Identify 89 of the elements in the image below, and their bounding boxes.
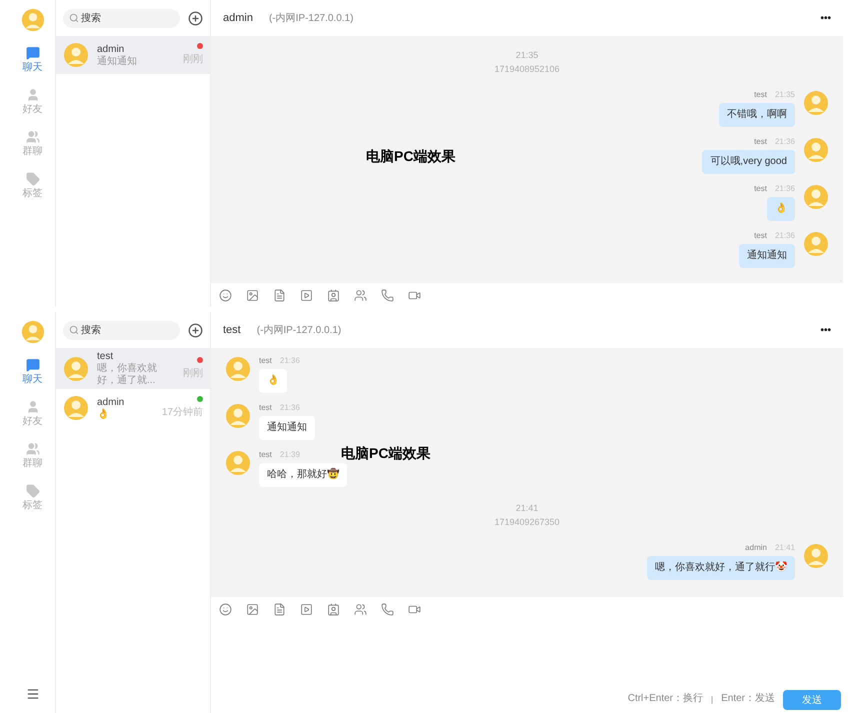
message-preview: 👌 bbox=[97, 408, 110, 420]
message-bubble: 通知通知 bbox=[739, 244, 795, 268]
hint-separator: | bbox=[711, 694, 714, 706]
sender-name: test bbox=[754, 90, 767, 100]
people-icon[interactable] bbox=[354, 602, 367, 616]
user-icon bbox=[26, 88, 40, 102]
newline-hint: Ctrl+Enter：换行 bbox=[628, 692, 704, 706]
sender-name: test bbox=[259, 450, 272, 460]
timestamp: 1719409267350 bbox=[494, 516, 560, 529]
group-icon bbox=[26, 130, 40, 144]
nav-tab[interactable]: 好友 bbox=[22, 88, 42, 116]
avatar-icon bbox=[803, 90, 829, 116]
nav-tab[interactable]: 聊天 bbox=[22, 358, 42, 386]
time-divider: 21:41 bbox=[516, 502, 538, 515]
contact-card-icon[interactable] bbox=[327, 288, 340, 302]
image-icon[interactable] bbox=[246, 602, 259, 616]
time-divider: 21:35 bbox=[516, 49, 538, 62]
chat-title: test bbox=[223, 322, 241, 338]
phone-icon[interactable] bbox=[381, 602, 394, 616]
send-hint: Enter：发送 bbox=[721, 692, 775, 706]
avatar-icon bbox=[803, 184, 829, 210]
sender-name: test bbox=[754, 137, 767, 147]
chat-icon bbox=[26, 358, 40, 372]
file-icon[interactable] bbox=[273, 602, 286, 616]
people-icon[interactable] bbox=[354, 288, 367, 302]
emoji-icon[interactable] bbox=[219, 602, 232, 616]
message-preview: 通知通知 bbox=[97, 56, 138, 68]
conversation-time: 17分钟前 bbox=[162, 406, 203, 420]
phone-icon[interactable] bbox=[381, 288, 394, 302]
menu-icon[interactable] bbox=[26, 687, 40, 701]
emoji-icon[interactable] bbox=[219, 288, 232, 302]
avatar-icon bbox=[225, 450, 251, 476]
search-icon bbox=[69, 13, 79, 23]
group-icon bbox=[26, 442, 40, 456]
avatar-icon bbox=[63, 395, 89, 421]
nav-tab[interactable]: 群聊 bbox=[22, 442, 42, 470]
search-field[interactable]: 搜索 bbox=[63, 8, 180, 28]
add-icon[interactable] bbox=[188, 10, 203, 26]
message-bubble: 哈哈，那就好🤠 bbox=[259, 463, 347, 487]
video-file-icon[interactable] bbox=[300, 602, 313, 616]
nav-tab[interactable]: 群聊 bbox=[22, 130, 42, 158]
image-icon[interactable] bbox=[246, 288, 259, 302]
sender-name: test bbox=[754, 231, 767, 241]
more-button[interactable]: ••• bbox=[820, 322, 831, 338]
message-bubble: 👌 bbox=[767, 197, 795, 221]
message-bubble: 通知通知 bbox=[259, 416, 315, 440]
nav-tab[interactable]: 聊天 bbox=[22, 46, 42, 74]
sender-name: admin bbox=[745, 543, 767, 553]
avatar-icon bbox=[803, 231, 829, 257]
search-icon bbox=[69, 325, 79, 335]
overlay-caption: 电脑PC端效果 bbox=[341, 444, 430, 463]
avatar-icon bbox=[803, 543, 829, 569]
nav-tab[interactable]: 标签 bbox=[22, 484, 42, 512]
chat-icon bbox=[26, 46, 40, 60]
sender-name: test bbox=[259, 403, 272, 413]
avatar-icon bbox=[63, 356, 89, 382]
message-bubble: 👌 bbox=[259, 369, 287, 393]
overlay-caption: 电脑PC端效果 bbox=[366, 147, 456, 166]
avatar-icon bbox=[63, 42, 89, 68]
user-icon bbox=[26, 400, 40, 414]
avatar-icon bbox=[20, 8, 44, 32]
nav-tab[interactable]: 标签 bbox=[22, 172, 42, 200]
avatar-icon bbox=[803, 137, 829, 163]
more-button[interactable]: ••• bbox=[820, 10, 831, 26]
search-field[interactable]: 搜索 bbox=[63, 320, 180, 340]
message-bubble: 不错哦，啊啊 bbox=[719, 103, 795, 127]
avatar-icon bbox=[225, 403, 251, 429]
add-icon[interactable] bbox=[188, 322, 203, 338]
avatar-icon bbox=[20, 320, 44, 344]
sender-name: test bbox=[259, 356, 272, 366]
contact-name: admin bbox=[97, 42, 126, 56]
timestamp: 1719408952106 bbox=[494, 63, 560, 76]
chat-title: admin bbox=[223, 10, 253, 26]
file-icon[interactable] bbox=[273, 288, 286, 302]
message-bubble: 嗯，你喜欢就好，通了就行🤡 bbox=[647, 556, 795, 580]
tag-icon bbox=[26, 484, 40, 498]
contact-name: test bbox=[97, 350, 114, 363]
sender-name: test bbox=[754, 184, 767, 194]
tag-icon bbox=[26, 172, 40, 186]
message-bubble: 可以哦,very good bbox=[702, 150, 795, 174]
ip-address: (-内网IP-127.0.0.1) bbox=[268, 12, 354, 26]
send-button[interactable]: 发送 bbox=[783, 690, 841, 710]
contact-name: admin bbox=[97, 396, 126, 408]
message-preview: 嗯，你喜欢就好，通了就... bbox=[97, 363, 158, 387]
ip-address: (-内网IP-127.0.0.1) bbox=[256, 324, 342, 338]
contact-card-icon[interactable] bbox=[327, 602, 340, 616]
avatar-icon bbox=[225, 356, 251, 382]
video-file-icon[interactable] bbox=[300, 288, 313, 302]
nav-tab[interactable]: 好友 bbox=[22, 400, 42, 428]
